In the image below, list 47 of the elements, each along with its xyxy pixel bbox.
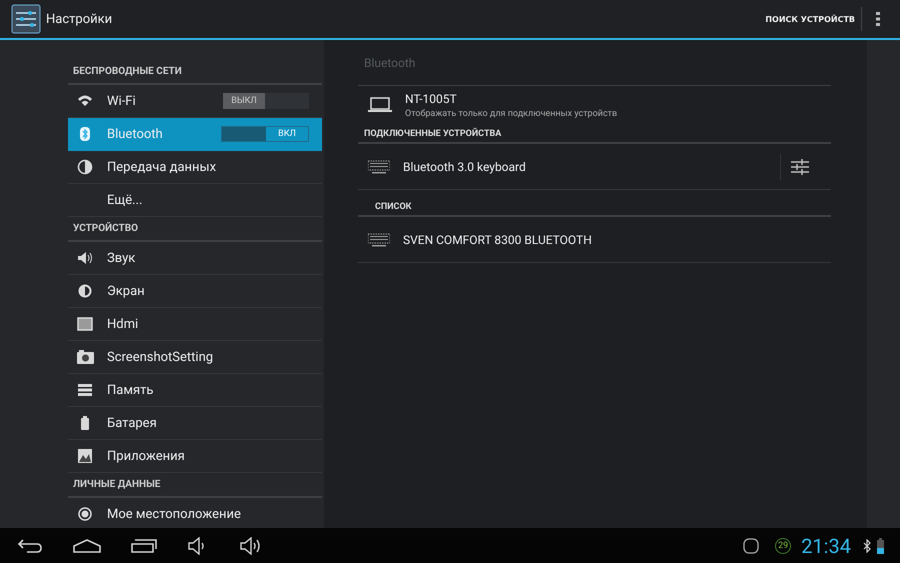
device-name[interactable]: SVEN COMFORT 8300 BLUETOOTH [403,232,592,246]
device-name: NT-1005T [405,92,458,106]
toggle-switch[interactable]: ВКЛ [221,126,309,142]
keyboard-icon [368,160,390,174]
section-header: ПОДКЛЮЧЕННЫЕ УСТРОЙСТВА [358,124,831,144]
sidebar-item[interactable]: Память [68,374,322,407]
sidebar-item[interactable]: Передача данных [68,151,322,184]
sidebar-item[interactable]: Bluetooth ВКЛ [68,118,322,151]
wifi-icon [77,93,94,109]
camera-icon [77,349,94,365]
sliders-icon[interactable] [791,158,809,176]
home-icon[interactable] [73,538,101,552]
battery-icon [877,538,884,554]
search-devices-button[interactable]: ПОИСК УСТРОЙСТВ [765,7,862,31]
device-subtitle: Отображать только для подключенных устройств [405,108,618,118]
clock: 21:34 [801,534,851,558]
panel-title: Bluetooth [358,40,831,86]
section-header: УСТРОЙСТВО [68,217,322,242]
section-header: СПИСОК [358,190,831,217]
recent-apps-icon[interactable] [131,538,157,552]
section-header: ЛИЧНЫЕ ДАННЫЕ [68,473,322,498]
monitor-icon [77,316,94,332]
storage-icon [77,382,94,398]
sidebar-item[interactable]: ScreenshotSetting [68,341,322,374]
apps-icon [77,448,94,464]
sidebar-item[interactable]: Приложения [68,440,322,473]
speaker-icon [77,250,94,266]
location-icon [77,506,94,522]
laptop-icon [368,97,392,113]
toggle-switch[interactable]: ВЫКЛ [223,93,309,109]
sidebar-item[interactable]: Батарея [68,407,322,440]
bluetooth-icon [863,538,871,552]
sidebar-item[interactable]: Звук [68,242,322,275]
sidebar-item[interactable]: Ещё... [68,184,322,217]
notification-icon [743,538,760,554]
back-icon[interactable] [17,538,43,554]
pie-chart-icon [77,159,94,175]
notification-badge: 29 [775,538,792,554]
brightness-icon [77,283,94,299]
screen-title: Настройки [46,12,112,26]
overflow-menu-icon[interactable] [876,12,880,26]
sidebar-item[interactable]: Hdmi [68,308,322,341]
keyboard-icon [368,232,390,246]
sidebar-item[interactable]: Экран [68,275,322,308]
section-header: БЕСПРОВОДНЫЕ СЕТИ [68,60,322,85]
device-name[interactable]: Bluetooth 3.0 keyboard [403,160,526,174]
settings-icon[interactable] [11,4,41,34]
